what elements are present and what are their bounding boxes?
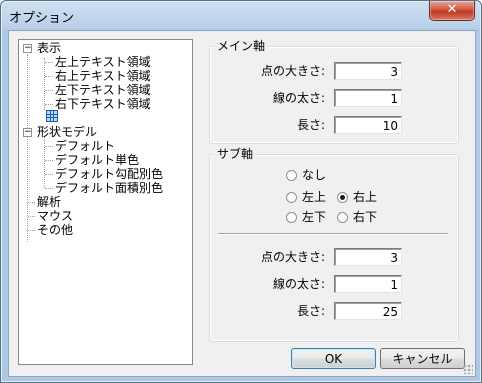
main-line-width-input[interactable]: 1 xyxy=(334,89,402,107)
radio-bottom-right[interactable] xyxy=(337,212,348,223)
tree-branch xyxy=(45,62,53,63)
tree-branch xyxy=(45,104,53,105)
tree-item-analysis[interactable]: 解析 xyxy=(37,195,61,209)
tree-item-bottom-left[interactable]: 左下テキスト領域 xyxy=(55,83,151,97)
tree-item-top-left[interactable]: 左上テキスト領域 xyxy=(55,55,151,69)
main-length-input[interactable]: 10 xyxy=(334,116,402,134)
radio-top-left[interactable] xyxy=(286,192,297,203)
sub-line-width-input[interactable]: 1 xyxy=(334,275,402,293)
tree-branch xyxy=(28,216,35,217)
tree-item-default[interactable]: デフォルト xyxy=(55,139,115,153)
tree-root-line xyxy=(27,54,28,242)
tree-branch xyxy=(28,230,35,231)
tree-branch xyxy=(45,146,53,147)
tree-branch xyxy=(45,90,53,91)
tree-item-default-single[interactable]: デフォルト単色 xyxy=(55,153,139,167)
sub-axis-separator xyxy=(218,233,448,235)
display-expander[interactable]: − xyxy=(23,44,32,53)
tree-line-shape xyxy=(44,136,45,188)
radio-none[interactable] xyxy=(286,170,297,181)
tree-item-default-gradient[interactable]: デフォルト勾配別色 xyxy=(55,167,163,181)
sub-length-input[interactable]: 25 xyxy=(334,302,402,320)
main-line-width-label: 線の太さ: xyxy=(272,91,325,105)
resize-grip-icon[interactable] xyxy=(463,364,473,374)
tree-item-other[interactable]: その他 xyxy=(37,223,73,237)
tree-branch xyxy=(45,76,53,77)
tree-item-default-area[interactable]: デフォルト面積別色 xyxy=(55,181,163,195)
options-dialog: オプション ✕ − 表示 左上テキスト領域 右上テキスト領域 左下テキスト領域 … xyxy=(0,0,482,383)
radio-bottom-left-label[interactable]: 左下 xyxy=(302,210,326,224)
radio-top-left-label[interactable]: 左上 xyxy=(302,190,326,204)
close-button[interactable]: ✕ xyxy=(429,1,475,21)
radio-bottom-left[interactable] xyxy=(286,212,297,223)
dialog-client: − 表示 左上テキスト領域 右上テキスト領域 左下テキスト領域 右下テキスト領域… xyxy=(8,30,476,377)
sub-point-size-input[interactable]: 3 xyxy=(334,248,402,266)
tree-item-shape-model[interactable]: 形状モデル xyxy=(37,125,97,139)
radio-top-right[interactable] xyxy=(337,192,348,203)
radio-none-label[interactable]: なし xyxy=(302,168,326,182)
radio-bottom-right-label[interactable]: 右下 xyxy=(353,210,377,224)
sub-length-label: 長さ: xyxy=(296,304,325,318)
radio-top-right-label[interactable]: 右上 xyxy=(353,190,377,204)
tree-item-top-right[interactable]: 右上テキスト領域 xyxy=(55,69,151,83)
ok-button[interactable]: OK xyxy=(291,348,376,369)
tree-branch xyxy=(45,188,53,189)
tree-branch xyxy=(45,174,53,175)
window-title: オプション xyxy=(9,11,75,26)
tree-branch xyxy=(45,160,53,161)
tree-item-display[interactable]: 表示 xyxy=(37,41,61,55)
main-length-label: 長さ: xyxy=(296,118,325,132)
grid-icon xyxy=(46,110,58,122)
cancel-button[interactable]: キャンセル xyxy=(380,348,465,369)
sub-point-size-label: 点の大きさ: xyxy=(260,250,325,264)
tree-branch xyxy=(28,202,35,203)
main-axis-legend: メイン軸 xyxy=(215,39,268,53)
main-point-size-input[interactable]: 3 xyxy=(334,62,402,80)
tree-item-mouse[interactable]: マウス xyxy=(37,209,73,223)
options-tree[interactable]: − 表示 左上テキスト領域 右上テキスト領域 左下テキスト領域 右下テキスト領域… xyxy=(18,39,193,365)
tree-line-display xyxy=(44,58,45,110)
shape-model-expander[interactable]: − xyxy=(23,128,32,137)
main-point-size-label: 点の大きさ: xyxy=(260,64,325,78)
sub-axis-legend: サブ軸 xyxy=(215,147,256,161)
sub-line-width-label: 線の太さ: xyxy=(272,277,325,291)
tree-item-bottom-right[interactable]: 右下テキスト領域 xyxy=(55,97,151,111)
